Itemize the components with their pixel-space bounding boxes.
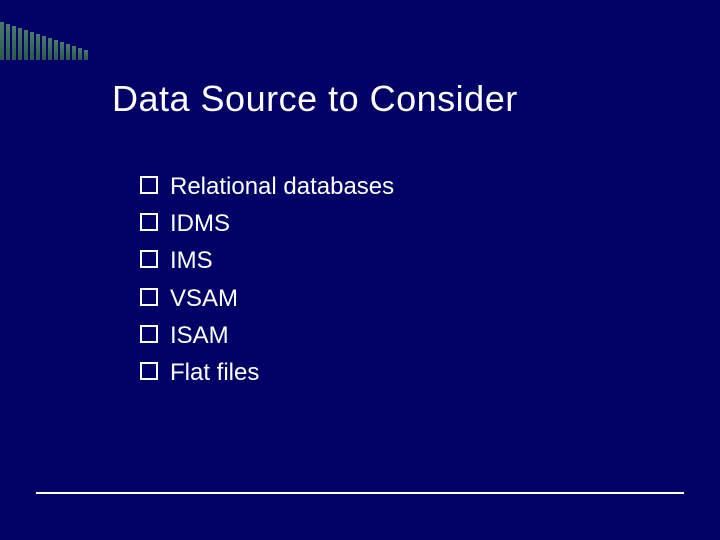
bullet-list: Relational databases IDMS IMS VSAM ISAM …: [112, 168, 680, 391]
list-item: IDMS: [140, 205, 680, 242]
list-item: Flat files: [140, 354, 680, 391]
slide-content: Data Source to Consider Relational datab…: [112, 78, 680, 391]
list-item: Relational databases: [140, 168, 680, 205]
corner-decoration: [0, 22, 88, 60]
footer-divider: [36, 492, 684, 494]
list-item: ISAM: [140, 317, 680, 354]
slide-title: Data Source to Consider: [112, 78, 680, 120]
list-item: IMS: [140, 242, 680, 279]
list-item: VSAM: [140, 280, 680, 317]
